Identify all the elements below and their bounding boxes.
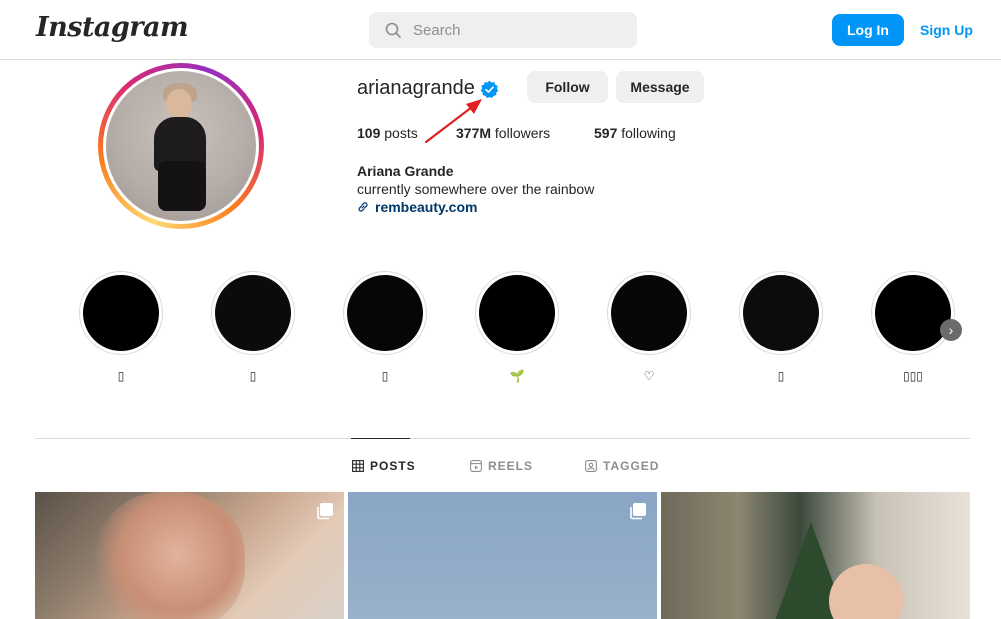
- following-count: 597: [594, 125, 618, 141]
- highlight-ring: [211, 271, 295, 355]
- highlight-ring: [739, 271, 823, 355]
- highlight-label: ▯: [117, 369, 125, 383]
- posts-label: posts: [384, 125, 418, 141]
- tab-tagged-label: TAGGED: [603, 459, 660, 473]
- highlight-label: 🌱: [509, 369, 525, 383]
- tab-tagged[interactable]: TAGGED: [585, 459, 659, 473]
- highlight-cover: [215, 275, 291, 351]
- instagram-logo[interactable]: Instagram: [36, 12, 189, 43]
- tab-posts[interactable]: POSTS: [352, 459, 416, 473]
- signup-link[interactable]: Sign Up: [920, 22, 973, 38]
- carousel-icon: [630, 503, 646, 520]
- profile-avatar[interactable]: [98, 63, 264, 229]
- story-highlight[interactable]: ▯: [343, 271, 427, 385]
- highlight-ring: [79, 271, 163, 355]
- following-stat[interactable]: 597 following: [594, 125, 676, 141]
- highlight-label: ♡: [643, 369, 655, 383]
- story-highlight[interactable]: 🌱: [475, 271, 559, 385]
- posts-stat: 109 posts: [357, 125, 418, 141]
- avatar-figure-head: [166, 89, 192, 119]
- followers-stat[interactable]: 377M followers: [456, 125, 550, 141]
- profile-full-name: Ariana Grande: [357, 163, 454, 179]
- grid-icon: [352, 460, 364, 472]
- tagged-icon: [585, 460, 597, 472]
- highlight-cover: [479, 275, 555, 351]
- post-thumbnail[interactable]: [661, 492, 970, 619]
- website-link-text: rembeauty.com: [375, 199, 478, 215]
- post-thumbnail[interactable]: [35, 492, 344, 619]
- tab-posts-label: POSTS: [370, 459, 416, 473]
- top-nav-bar: Instagram Log In Sign Up: [0, 0, 1001, 60]
- highlight-cover: [611, 275, 687, 351]
- avatar-border: [103, 68, 259, 224]
- highlight-cover: [875, 275, 951, 351]
- followers-label: followers: [494, 125, 551, 141]
- highlight-label: ▯: [777, 369, 785, 383]
- highlights-next-chevron-icon[interactable]: ›: [940, 319, 962, 341]
- story-highlight[interactable]: ▯: [739, 271, 823, 385]
- search-input[interactable]: [413, 21, 613, 39]
- highlight-cover: [743, 275, 819, 351]
- profile-bio: currently somewhere over the rainbow: [357, 181, 595, 197]
- active-tab-indicator: [351, 438, 410, 439]
- post-photo-child: [829, 564, 903, 619]
- tab-reels-label: REELS: [488, 459, 534, 473]
- follow-button[interactable]: Follow: [527, 71, 608, 103]
- avatar-figure-legs: [158, 161, 206, 211]
- profile-website-link[interactable]: rembeauty.com: [357, 199, 477, 215]
- search-icon: [385, 22, 401, 38]
- highlight-label: ▯: [249, 369, 257, 383]
- avatar-photo: [106, 71, 256, 221]
- post-thumbnail[interactable]: [348, 492, 657, 619]
- highlight-ring: [871, 271, 955, 355]
- highlight-cover: [83, 275, 159, 351]
- tab-reels[interactable]: REELS: [470, 459, 533, 473]
- tabs-divider: [35, 438, 970, 439]
- highlight-label: ▯: [381, 369, 389, 383]
- story-highlight[interactable]: ▯: [211, 271, 295, 385]
- highlight-ring: [343, 271, 427, 355]
- post-photo-subject: [95, 492, 245, 619]
- highlight-ring: [607, 271, 691, 355]
- highlight-label: ▯▯▯: [903, 369, 923, 383]
- link-icon: [358, 202, 368, 212]
- followers-count: 377M: [456, 125, 492, 141]
- search-box[interactable]: [369, 12, 637, 48]
- story-highlight[interactable]: ♡: [607, 271, 691, 385]
- highlight-cover: [347, 275, 423, 351]
- carousel-icon: [317, 503, 333, 520]
- reels-icon: [470, 460, 482, 472]
- posts-count: 109: [357, 125, 381, 141]
- following-label: following: [621, 125, 676, 141]
- story-highlight[interactable]: ▯: [79, 271, 163, 385]
- message-button[interactable]: Message: [616, 71, 704, 103]
- highlight-ring: [475, 271, 559, 355]
- login-button[interactable]: Log In: [832, 14, 904, 46]
